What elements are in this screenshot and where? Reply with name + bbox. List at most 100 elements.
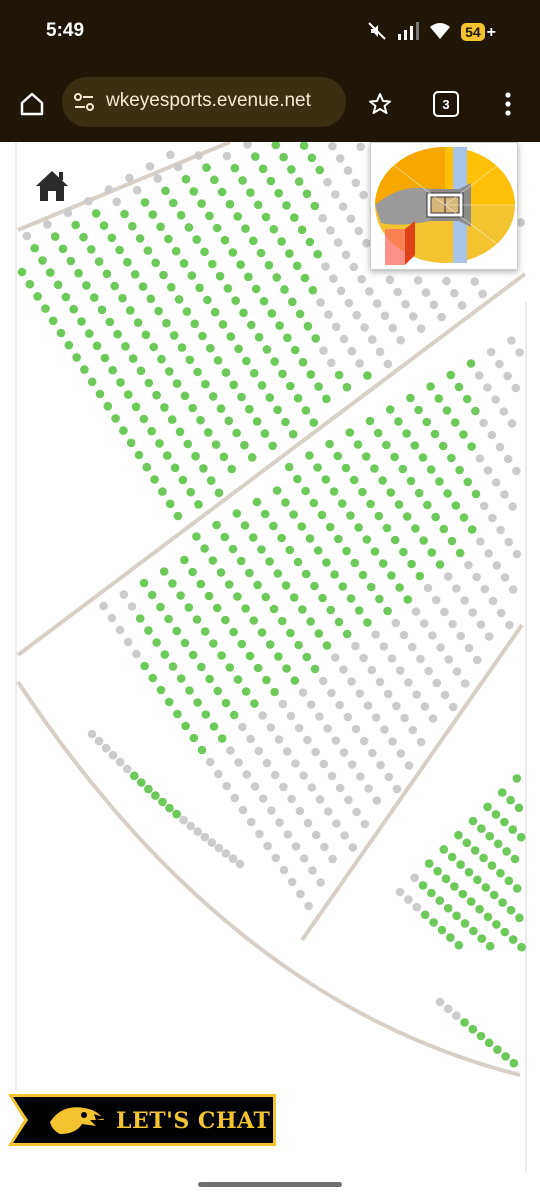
- available-seat: [285, 545, 295, 555]
- tab-switcher-button[interactable]: 3: [433, 91, 459, 117]
- aisle-line: [300, 623, 524, 942]
- available-seat: [426, 382, 435, 391]
- unavailable-seat: [396, 749, 406, 758]
- available-seat: [240, 440, 249, 450]
- unavailable-seat: [367, 665, 377, 675]
- available-seat: [514, 803, 524, 813]
- available-seat: [194, 500, 203, 509]
- available-seat: [254, 332, 264, 342]
- unavailable-seat: [286, 711, 296, 721]
- unavailable-seat: [472, 572, 481, 582]
- seat-map-canvas[interactable]: [0, 142, 540, 1172]
- unavailable-seat: [351, 724, 361, 734]
- unavailable-seat: [356, 772, 365, 781]
- available-seat: [310, 664, 320, 674]
- available-seat: [454, 382, 464, 392]
- bookmark-star-icon[interactable]: [364, 88, 396, 120]
- available-seat: [242, 356, 251, 366]
- available-seat: [192, 532, 201, 541]
- available-seat: [180, 555, 189, 565]
- available-seat: [226, 332, 236, 341]
- available-seat: [273, 405, 282, 415]
- unavailable-seat: [328, 854, 337, 864]
- unavailable-seat: [492, 561, 502, 570]
- available-seat: [130, 270, 140, 279]
- available-seat: [240, 521, 250, 530]
- unavailable-seat: [238, 722, 247, 732]
- available-seat: [290, 345, 300, 355]
- unavailable-seat: [22, 231, 32, 241]
- unavailable-seat: [495, 359, 504, 369]
- available-seat: [149, 342, 158, 352]
- available-seat: [131, 402, 141, 412]
- available-seat: [102, 269, 112, 279]
- available-seat: [97, 305, 107, 315]
- available-seat: [489, 890, 499, 900]
- available-seat: [302, 189, 312, 199]
- unavailable-seat: [495, 442, 505, 452]
- available-seat: [447, 536, 457, 546]
- available-seat: [280, 285, 289, 294]
- seat-map[interactable]: [0, 142, 540, 1172]
- available-seat: [221, 615, 230, 625]
- available-seat: [165, 499, 175, 509]
- unavailable-seat: [470, 277, 480, 286]
- available-seat: [115, 245, 124, 255]
- unavailable-seat: [315, 712, 324, 721]
- unavailable-seat: [347, 677, 356, 686]
- available-seat: [302, 652, 312, 662]
- available-seat: [484, 1038, 494, 1048]
- available-seat: [206, 476, 216, 485]
- available-seat: [411, 524, 420, 533]
- address-bar[interactable]: wkeyesports.evenue.net: [62, 77, 346, 127]
- unavailable-seat: [488, 513, 497, 523]
- available-seat: [301, 486, 310, 496]
- available-seat: [260, 429, 270, 438]
- unavailable-seat: [332, 819, 341, 828]
- arena-minimap[interactable]: [370, 142, 518, 270]
- available-seat: [390, 452, 399, 462]
- unavailable-seat: [419, 619, 429, 628]
- available-seat: [277, 237, 286, 246]
- available-seat: [179, 259, 189, 268]
- site-settings-icon[interactable]: [72, 90, 96, 119]
- available-seat: [33, 292, 42, 301]
- available-seat: [128, 221, 137, 231]
- available-seat: [245, 568, 254, 578]
- available-seat: [487, 861, 497, 870]
- available-seat: [430, 429, 440, 439]
- available-seat: [220, 235, 230, 245]
- available-seat: [87, 245, 96, 254]
- map-home-button[interactable]: [32, 166, 72, 206]
- menu-icon[interactable]: [492, 88, 524, 120]
- unavailable-seat: [115, 757, 125, 767]
- unavailable-seat: [316, 878, 325, 887]
- available-seat: [241, 604, 250, 613]
- available-seat: [370, 547, 380, 556]
- unavailable-seat: [491, 478, 501, 487]
- unavailable-seat: [299, 854, 309, 863]
- unavailable-seat: [327, 688, 336, 698]
- available-seat: [197, 745, 207, 755]
- available-seat: [501, 1052, 510, 1061]
- available-seat: [374, 511, 384, 521]
- available-seat: [253, 663, 263, 673]
- gesture-bar: [198, 1182, 342, 1187]
- available-seat: [285, 249, 294, 258]
- available-seat: [277, 616, 287, 626]
- available-seat: [257, 628, 267, 637]
- unavailable-seat: [331, 322, 341, 332]
- available-seat: [251, 152, 260, 161]
- available-seat: [213, 356, 223, 365]
- lets-chat-button[interactable]: LET'S CHAT: [8, 1094, 276, 1146]
- unavailable-seat: [412, 690, 421, 699]
- available-seat: [373, 428, 383, 438]
- available-seat: [229, 627, 238, 637]
- available-seat: [366, 582, 376, 592]
- home-icon[interactable]: [16, 88, 48, 120]
- unavailable-seat: [500, 573, 510, 582]
- available-seat: [287, 165, 296, 174]
- unavailable-seat: [311, 830, 321, 840]
- available-seat: [286, 628, 295, 638]
- available-seat: [56, 328, 66, 338]
